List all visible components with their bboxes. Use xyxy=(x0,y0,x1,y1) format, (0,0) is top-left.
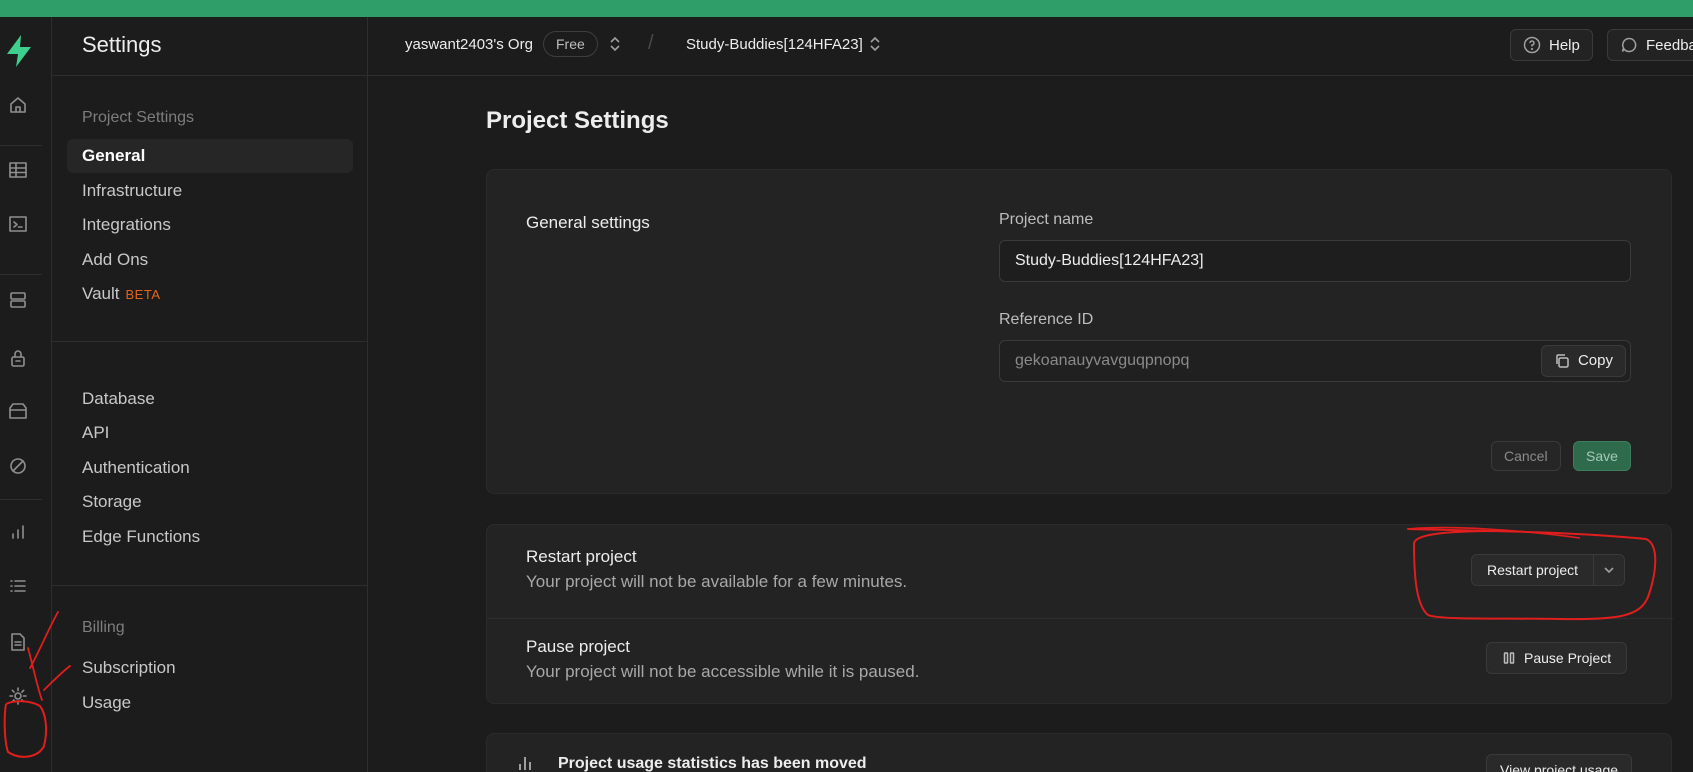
rail-divider xyxy=(0,145,42,146)
top-header: yaswant2403's Org Free / Study-Buddies[1… xyxy=(368,17,1693,76)
page-title: Project Settings xyxy=(486,107,669,134)
view-project-usage-button[interactable]: View project usage xyxy=(1486,754,1633,772)
sidebar-item-subscription[interactable]: Subscription xyxy=(82,658,176,678)
copy-button[interactable]: Copy xyxy=(1540,345,1626,377)
usage-moved-notice: Project usage statistics has been moved xyxy=(558,755,867,772)
beta-badge: BETA xyxy=(125,287,161,302)
plan-badge: Free xyxy=(543,31,598,57)
storage-icon[interactable] xyxy=(6,399,30,423)
logs-icon[interactable] xyxy=(6,574,30,598)
help-label: Help xyxy=(1549,36,1580,54)
logo-icon[interactable] xyxy=(3,33,35,69)
pause-project-label: Pause Project xyxy=(1524,650,1612,666)
pause-project-title: Pause project xyxy=(526,637,630,656)
billing-group-label: Billing xyxy=(82,619,125,636)
realtime-icon[interactable] xyxy=(6,454,30,478)
org-switcher-chevron-icon[interactable] xyxy=(608,34,622,54)
feedback-label: Feedba xyxy=(1646,36,1693,54)
sql-editor-icon[interactable] xyxy=(6,212,30,236)
cancel-button[interactable]: Cancel xyxy=(1491,441,1561,471)
rail-divider xyxy=(0,499,42,500)
general-settings-card: General settings Project name Study-Budd… xyxy=(486,169,1672,494)
feedback-button[interactable]: Feedba xyxy=(1607,29,1693,61)
sidebar-item-usage[interactable]: Usage xyxy=(82,693,131,713)
sidebar-header-divider xyxy=(52,75,368,76)
restart-project-desc: Your project will not be available for a… xyxy=(526,572,908,591)
general-settings-label: General settings xyxy=(526,213,650,232)
rail-divider xyxy=(0,274,42,275)
top-accent-bar xyxy=(0,0,1693,17)
reference-id-label: Reference ID xyxy=(999,311,1094,328)
sidebar-item-integrations[interactable]: Integrations xyxy=(82,215,171,235)
project-settings-group-label: Project Settings xyxy=(82,109,195,126)
sidebar-item-label: Vault xyxy=(82,284,120,303)
sidebar-item-storage[interactable]: Storage xyxy=(82,492,142,512)
project-selector[interactable]: Study-Buddies[124HFA23] xyxy=(686,36,863,53)
table-editor-icon[interactable] xyxy=(6,158,30,182)
restart-project-button[interactable]: Restart project xyxy=(1472,555,1595,585)
usage-notice-card: Project usage statistics has been moved … xyxy=(486,733,1672,772)
icon-rail xyxy=(0,17,52,772)
project-actions-card: Restart project Your project will not be… xyxy=(486,524,1673,704)
bar-chart-icon xyxy=(517,754,535,772)
sidebar-item-api[interactable]: API xyxy=(82,423,109,443)
restart-project-title: Restart project xyxy=(526,547,637,566)
sidebar-item-infrastructure[interactable]: Infrastructure xyxy=(82,181,182,201)
sidebar-divider xyxy=(52,585,368,586)
sidebar-item-vault[interactable]: Vault BETA xyxy=(82,284,161,304)
chevron-down-icon xyxy=(1604,567,1614,574)
save-button[interactable]: Save xyxy=(1573,441,1631,471)
org-selector[interactable]: yaswant2403's Org xyxy=(405,36,533,53)
project-switcher-chevron-icon[interactable] xyxy=(868,34,882,54)
copy-label: Copy xyxy=(1577,352,1613,369)
settings-gear-icon[interactable] xyxy=(6,684,30,708)
sidebar-item-add-ons[interactable]: Add Ons xyxy=(82,250,148,270)
pause-project-button[interactable]: Pause Project xyxy=(1486,642,1628,674)
restart-project-button-group: Restart project xyxy=(1471,554,1626,586)
message-bubble-icon xyxy=(1621,37,1637,53)
row-divider xyxy=(487,618,1673,619)
sidebar-divider xyxy=(52,341,368,342)
sidebar-title: Settings xyxy=(82,32,162,57)
home-icon[interactable] xyxy=(6,93,30,117)
sidebar-item-authentication[interactable]: Authentication xyxy=(82,458,190,478)
sidebar-item-database[interactable]: Database xyxy=(82,389,155,409)
help-button[interactable]: Help xyxy=(1510,29,1593,61)
database-icon[interactable] xyxy=(6,288,30,312)
reports-icon[interactable] xyxy=(6,520,30,544)
project-name-label: Project name xyxy=(999,211,1094,228)
pause-project-desc: Your project will not be accessible whil… xyxy=(526,662,920,681)
reference-id-value: gekoanauyvavguqpnopq xyxy=(1015,352,1190,369)
project-name-input[interactable]: Study-Buddies[124HFA23] xyxy=(999,240,1631,282)
settings-sidebar: Settings Project Settings General Infras… xyxy=(52,17,368,772)
breadcrumb-separator: / xyxy=(648,32,654,54)
auth-lock-icon[interactable] xyxy=(6,346,30,370)
help-circle-icon xyxy=(1523,36,1541,54)
docs-icon[interactable] xyxy=(6,630,30,654)
sidebar-item-edge-functions[interactable]: Edge Functions xyxy=(82,527,200,547)
reference-id-field[interactable]: gekoanauyvavguqpnopq Copy xyxy=(999,340,1631,382)
sidebar-item-general[interactable]: General xyxy=(82,146,145,166)
pause-icon xyxy=(1503,652,1515,664)
copy-icon xyxy=(1556,354,1569,368)
restart-options-dropdown[interactable] xyxy=(1594,555,1624,585)
